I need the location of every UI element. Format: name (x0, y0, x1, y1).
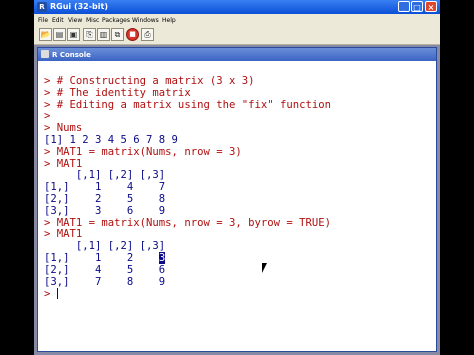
copy-paste-icon[interactable]: ⧉ (111, 28, 124, 41)
console-input-line: > # The identity matrix (44, 86, 191, 99)
console-output-line: [1,] 1 2 3 (44, 251, 436, 265)
console-titlebar[interactable]: R Console (38, 48, 436, 61)
window-title: RGui (32-bit) (50, 2, 109, 11)
prompt-symbol: > (44, 288, 57, 301)
window-titlebar[interactable]: R RGui (32-bit) _ □ × (34, 0, 440, 14)
menu-misc[interactable]: Misc (86, 17, 99, 24)
output-text: [1,] 1 2 (44, 251, 159, 264)
close-button[interactable]: × (425, 1, 437, 12)
console-input-line: > MAT1 = matrix(Nums, nrow = 3, byrow = … (44, 216, 332, 229)
console-output[interactable]: > # Constructing a matrix (3 x 3) > # The… (38, 62, 436, 351)
console-output-line: [2,] 2 5 8 (44, 192, 166, 205)
mdi-workspace: R Console > # Constructing a matrix (3 x… (34, 45, 440, 355)
minimize-button[interactable]: _ (398, 1, 410, 12)
console-prompt: > (44, 288, 436, 301)
menu-windows[interactable]: Windows (132, 17, 159, 24)
console-output-line: [3,] 3 6 9 (44, 204, 166, 217)
console-title: R Console (52, 51, 91, 59)
text-cursor (56, 288, 58, 300)
menubar: File Edit View Misc Packages Windows Hel… (34, 14, 440, 26)
console-output-line: [2,] 4 5 6 (44, 263, 166, 276)
console-input-line: > MAT1 = matrix(Nums, nrow = 3) (44, 145, 242, 158)
selected-text[interactable]: 3 (158, 251, 166, 264)
console-input-line: > # Editing a matrix using the "fix" fun… (44, 98, 332, 111)
menu-help[interactable]: Help (162, 17, 176, 24)
menu-file[interactable]: File (38, 17, 48, 24)
paste-icon[interactable]: ▥ (97, 28, 110, 41)
save-workspace-icon[interactable]: ▣ (67, 28, 80, 41)
copy-icon[interactable]: ⎘ (83, 28, 96, 41)
menu-packages[interactable]: Packages (102, 17, 130, 24)
mouse-cursor-icon (262, 263, 271, 273)
print-icon[interactable]: ⎙ (141, 28, 154, 41)
console-output-line: [3,] 7 8 9 (44, 275, 166, 288)
maximize-button[interactable]: □ (411, 1, 423, 12)
console-input-line: > (44, 110, 51, 123)
stop-icon[interactable]: ■ (126, 28, 139, 41)
menu-view[interactable]: View (68, 17, 82, 24)
open-script-icon[interactable]: 📂 (39, 28, 52, 41)
r-console-window: R Console > # Constructing a matrix (3 x… (37, 47, 437, 352)
r-app-icon: R (37, 2, 47, 12)
toolbar: 📂 ▤ ▣ ⎘ ▥ ⧉ ■ ⎙ (34, 26, 440, 45)
load-workspace-icon[interactable]: ▤ (53, 28, 66, 41)
console-icon (41, 50, 49, 58)
menu-edit[interactable]: Edit (52, 17, 64, 24)
console-output-line: [1] 1 2 3 4 5 6 7 8 9 (44, 133, 178, 146)
rgui-window: R RGui (32-bit) _ □ × File Edit View Mis… (34, 0, 440, 355)
right-border (440, 0, 474, 355)
